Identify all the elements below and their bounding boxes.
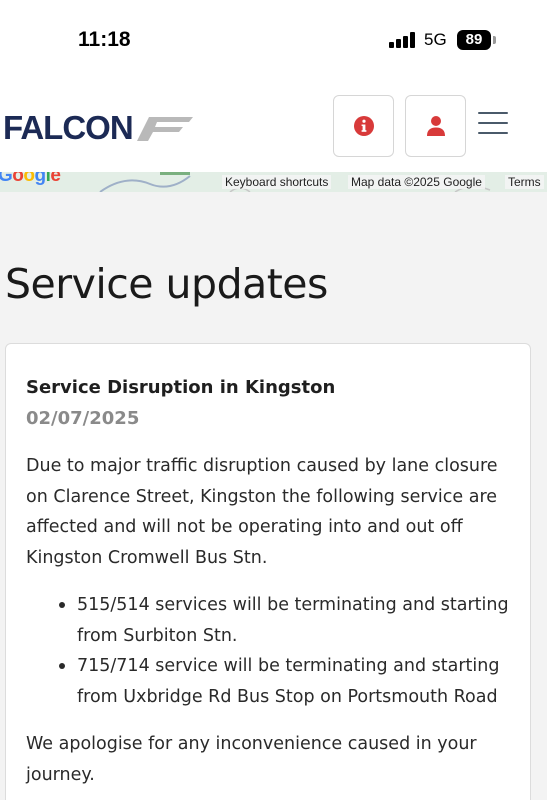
status-time: 11:18 [78, 28, 131, 51]
update-intro: Due to major traffic disruption caused b… [26, 456, 498, 568]
network-label: 5G [424, 30, 447, 49]
service-update-card: Service Disruption in Kingston 02/07/202… [5, 343, 531, 800]
logo-text: FALCON [3, 109, 134, 146]
status-bar: 11:18 5G 89 [0, 0, 547, 80]
account-icon [426, 116, 445, 136]
update-closing: We apologise for any inconvenience cause… [26, 734, 477, 785]
battery-nub [493, 36, 496, 44]
falcon-logo[interactable]: FALCON [3, 108, 193, 148]
info-button[interactable] [333, 95, 394, 157]
signal-icon [389, 32, 417, 48]
logo-wing-icon [136, 117, 193, 141]
list-item: 515/514 services will be terminating and… [26, 590, 526, 651]
update-title: Service Disruption in Kingston [26, 377, 336, 398]
google-logo: Google [0, 172, 61, 186]
affected-services-list: 515/514 services will be terminating and… [26, 590, 526, 712]
map-data-attribution: Map data ©2025 Google [348, 175, 485, 189]
account-button[interactable] [405, 95, 466, 157]
list-item: 715/714 service will be terminating and … [26, 651, 526, 712]
hamburger-menu-icon[interactable] [478, 111, 508, 135]
page-title: Service updates [5, 260, 328, 308]
keyboard-shortcuts-link[interactable]: Keyboard shortcuts [222, 175, 332, 189]
site-header: FALCON [0, 80, 547, 172]
info-icon [353, 116, 374, 136]
terms-link[interactable]: Terms [505, 175, 544, 189]
update-date: 02/07/2025 [26, 408, 140, 429]
map-view[interactable]: Google Keyboard shortcuts Map data ©2025… [0, 172, 547, 192]
battery-icon: 89 [457, 30, 491, 50]
